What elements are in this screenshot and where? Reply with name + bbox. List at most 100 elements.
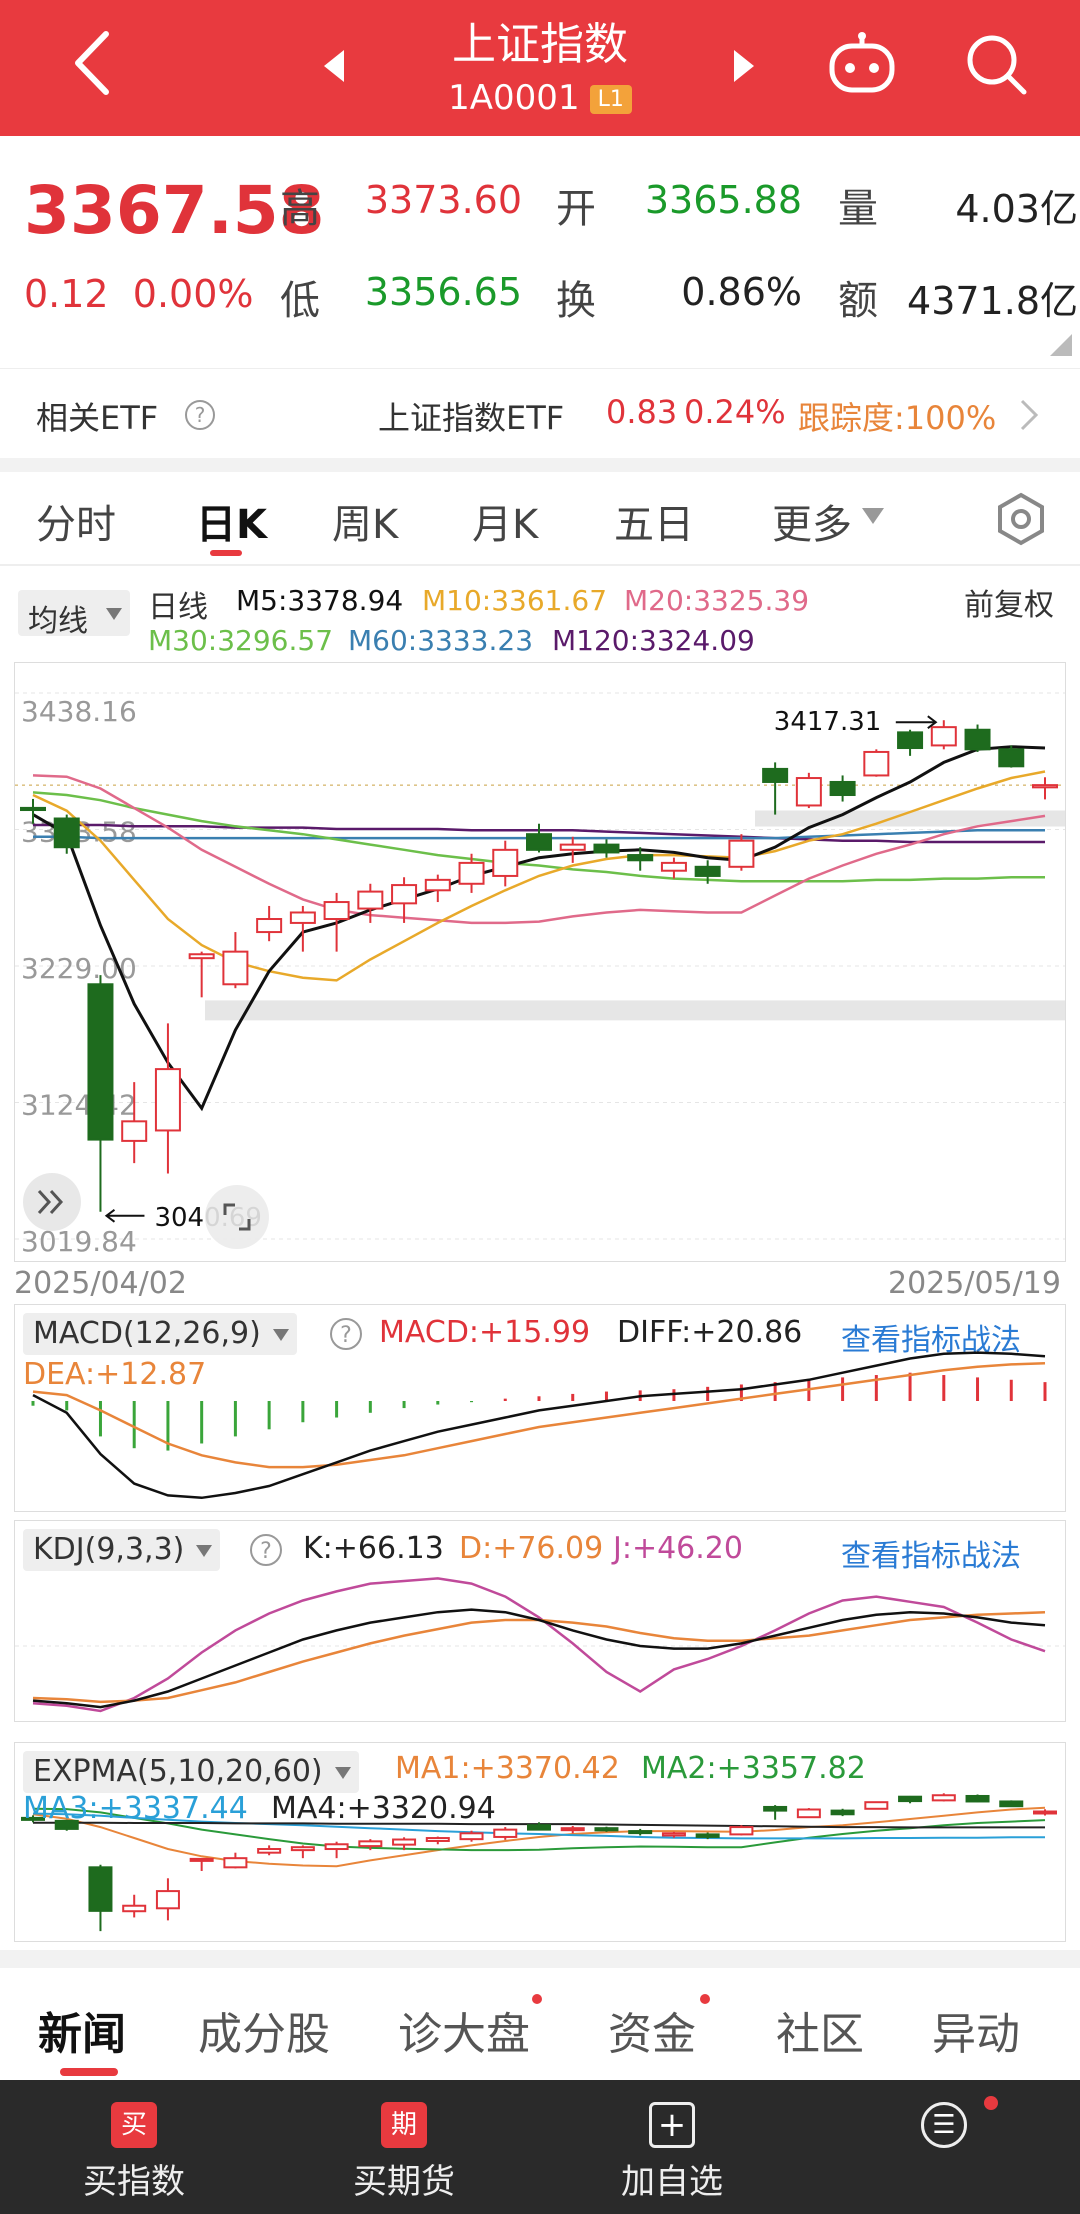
candle-body: [222, 950, 249, 986]
kline-chart[interactable]: 3438.163333.583229.003124.423019.843417.…: [15, 663, 1065, 1261]
fullscreen-button[interactable]: [205, 1185, 269, 1249]
macd-panel[interactable]: MACD(12,26,9) ? MACD:+15.99 DIFF:+20.86 …: [14, 1304, 1066, 1512]
candle-body: [87, 983, 114, 1141]
tab-community[interactable]: 社区: [776, 1998, 864, 2062]
candle-body: [357, 890, 384, 910]
candle-body: [1033, 1810, 1057, 1815]
candle-body: [122, 1904, 147, 1913]
futures-icon: 期: [381, 2102, 427, 2148]
volume-value: 4.03亿: [955, 187, 1078, 231]
candle-body: [392, 1838, 417, 1846]
content-tabs: 新闻 成分股 诊大盘 资金 社区 异动: [0, 1968, 1080, 2080]
open-label: 开: [556, 186, 596, 232]
tab-timeshare[interactable]: 分时: [36, 492, 116, 550]
tab-weekly-k[interactable]: 周K: [332, 492, 398, 550]
candle-body: [425, 1837, 450, 1842]
candle-body: [289, 911, 316, 924]
candle-body: [863, 750, 890, 777]
kline-chart-panel[interactable]: 3438.163333.583229.003124.423019.843417.…: [14, 662, 1066, 1262]
ma30-legend: M30:3296.57: [148, 624, 334, 657]
candle-body: [796, 1808, 821, 1819]
menu-button[interactable]: ☰: [844, 2080, 1044, 2214]
etf-price: 0.83: [606, 393, 678, 431]
robot-assistant-icon[interactable]: [826, 30, 898, 96]
candle-body: [763, 1805, 788, 1812]
related-etf-label: 相关ETF: [36, 399, 159, 437]
high-annotation: 3417.31: [774, 707, 882, 737]
help-icon[interactable]: ?: [184, 399, 216, 431]
add-watchlist-button[interactable]: + 加自选: [572, 2080, 772, 2214]
svg-text:?: ?: [195, 403, 206, 427]
tab-diagnosis[interactable]: 诊大盘: [398, 1998, 530, 2062]
candle-body: [931, 1794, 956, 1802]
tab-anomaly[interactable]: 异动: [932, 1998, 1020, 2062]
price-change: 0.12 0.00%: [24, 272, 254, 316]
candle-body: [358, 1840, 383, 1848]
candle-body: [628, 1830, 653, 1835]
ma10-legend: M10:3361.67: [422, 584, 608, 617]
etf-pct: 0.24%: [684, 393, 786, 431]
tab-more[interactable]: 更多: [772, 492, 852, 550]
turnover-label: 换: [556, 278, 596, 324]
ma3-value: MA3:+3337.44: [23, 1791, 248, 1826]
settings-hexagon-icon[interactable]: [994, 492, 1048, 546]
candle-body: [728, 839, 755, 868]
candle-body: [256, 918, 283, 934]
candle-body: [53, 817, 80, 849]
ma1-value: MA1:+3370.42: [395, 1751, 620, 1786]
chevron-right-icon[interactable]: [1018, 397, 1040, 433]
tab-monthly-k[interactable]: 月K: [472, 492, 538, 550]
adjust-mode[interactable]: 前复权: [964, 580, 1054, 624]
ma-mode-dropdown[interactable]: 均线: [18, 590, 130, 639]
ma5-legend: M5:3378.94: [236, 584, 404, 617]
low-label: 低: [280, 278, 320, 324]
candle-body: [829, 780, 856, 797]
stock-code: 1A0001 L1: [0, 78, 1080, 118]
m10-line: [32, 770, 1046, 982]
candle-body: [593, 843, 620, 854]
candle-body: [762, 767, 789, 783]
candle-body: [559, 843, 586, 851]
candle-body: [324, 1843, 349, 1851]
scroll-to-start-button[interactable]: [23, 1173, 81, 1231]
macd-chart: [31, 1351, 1047, 1500]
candle-body: [965, 1794, 990, 1803]
candle-body: [930, 726, 957, 747]
expand-corner-icon[interactable]: [1050, 334, 1072, 356]
search-icon[interactable]: [964, 32, 1028, 96]
expma-dropdown[interactable]: EXPMA(5,10,20,60): [23, 1751, 359, 1793]
tab-daily-k[interactable]: 日K: [196, 492, 267, 550]
tab-funds[interactable]: 资金: [608, 1998, 696, 2062]
tab-constituents[interactable]: 成分股: [198, 1998, 330, 2062]
fullscreen-icon: [223, 1203, 251, 1231]
buy-futures-button[interactable]: 期 买期货: [304, 2080, 504, 2214]
dropdown-triangle-icon: [106, 608, 122, 620]
kdj-panel[interactable]: KDJ(9,3,3) ? K:+66.13 D:+76.09 J:+46.20 …: [14, 1520, 1066, 1722]
active-tab-indicator: [210, 550, 242, 556]
pressure-band: [205, 1000, 1065, 1021]
tab-five-day[interactable]: 五日: [614, 492, 694, 550]
tab-news[interactable]: 新闻: [38, 1998, 126, 2062]
ma20-legend: M20:3325.39: [624, 584, 810, 617]
k-line: [32, 1608, 1046, 1709]
candle-body: [223, 1857, 248, 1869]
double-chevron-icon: [37, 1189, 64, 1215]
buy-icon: 买: [111, 2102, 157, 2148]
dropdown-triangle-icon[interactable]: [862, 508, 884, 524]
ma60-legend: M60:3333.23: [348, 624, 534, 657]
candle-body: [323, 901, 350, 921]
next-stock-icon[interactable]: [730, 48, 758, 84]
page-title: 上证指数: [452, 19, 628, 70]
expma-panel[interactable]: EXPMA(5,10,20,60) MA1:+3370.42 MA2:+3357…: [14, 1742, 1066, 1942]
date-end: 2025/05/19: [888, 1266, 1061, 1301]
kline-period-tabs: 分时 日K 周K 月K 五日 更多: [0, 478, 1080, 560]
action-footer: 买 买指数 期 买期货 + 加自选 ☰: [0, 2080, 1080, 2214]
notification-dot: [984, 2096, 998, 2110]
buy-index-button[interactable]: 买 买指数: [34, 2080, 234, 2214]
candle-body: [526, 833, 552, 851]
candle-body: [189, 1857, 214, 1862]
candle-body: [154, 1068, 181, 1132]
related-etf-bar[interactable]: 相关ETF ? 上证指数ETF 0.83 0.24% 跟踪度:100%: [0, 368, 1080, 458]
plus-icon: +: [649, 2102, 695, 2148]
high-value: 3373.60: [364, 178, 522, 222]
